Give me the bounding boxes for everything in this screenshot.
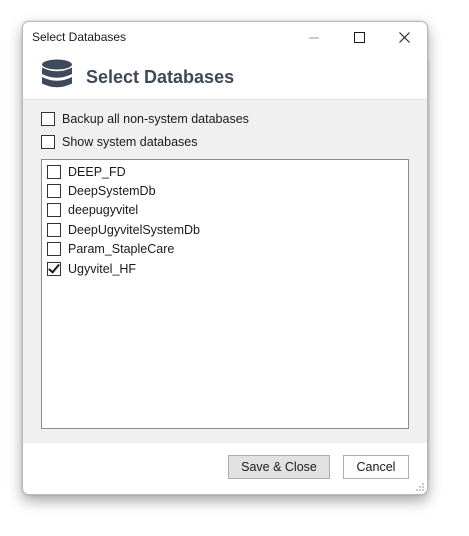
database-checkbox[interactable] — [47, 223, 61, 237]
content-panel: Backup all non-system databases Show sys… — [23, 99, 427, 444]
database-checkbox[interactable] — [47, 184, 61, 198]
database-name: Param_StapleCare — [68, 242, 175, 256]
database-name: DeepUgyvitelSystemDb — [68, 223, 200, 237]
database-checkbox[interactable] — [47, 203, 61, 217]
database-name: deepugyvitel — [68, 203, 139, 217]
dialog-footer: Save & Close Cancel — [23, 443, 427, 494]
cancel-button[interactable]: Cancel — [343, 455, 409, 479]
database-name: DeepSystemDb — [68, 184, 156, 198]
close-button[interactable] — [381, 22, 427, 53]
database-icon — [42, 59, 72, 88]
backup-all-checkbox-box[interactable] — [41, 112, 55, 126]
show-system-checkbox-box[interactable] — [41, 135, 55, 149]
titlebar: Select Databases — [23, 22, 427, 53]
minimize-button[interactable] — [291, 22, 337, 53]
list-item[interactable]: DeepSystemDb — [47, 183, 156, 199]
minimize-icon — [309, 37, 319, 38]
list-item[interactable]: Ugyvitel_HF — [47, 261, 136, 277]
backup-all-checkbox[interactable]: Backup all non-system databases — [41, 111, 249, 127]
resize-grip-icon[interactable] — [415, 482, 425, 492]
backup-all-label: Backup all non-system databases — [62, 112, 249, 126]
database-checkbox[interactable] — [47, 242, 61, 256]
show-system-checkbox[interactable]: Show system databases — [41, 134, 198, 150]
window-title: Select Databases — [32, 30, 127, 44]
dialog-heading: Select Databases — [86, 67, 235, 87]
select-databases-dialog: Select Databases Select Databases Backup… — [22, 21, 428, 495]
save-close-button[interactable]: Save & Close — [228, 455, 330, 479]
database-checkbox[interactable] — [47, 262, 61, 276]
list-item[interactable]: DeepUgyvitelSystemDb — [47, 222, 200, 238]
maximize-button[interactable] — [336, 22, 382, 53]
close-icon — [398, 32, 410, 43]
database-name: DEEP_FD — [68, 165, 126, 179]
show-system-label: Show system databases — [62, 135, 198, 149]
list-item[interactable]: deepugyvitel — [47, 202, 138, 218]
database-checkbox[interactable] — [47, 165, 61, 179]
list-item[interactable]: Param_StapleCare — [47, 241, 174, 257]
maximize-icon — [353, 32, 365, 43]
database-name: Ugyvitel_HF — [68, 262, 137, 276]
list-item[interactable]: DEEP_FD — [47, 164, 126, 180]
database-list[interactable]: DEEP_FD DeepSystemDb deepugyvitel DeepUg… — [41, 159, 409, 429]
